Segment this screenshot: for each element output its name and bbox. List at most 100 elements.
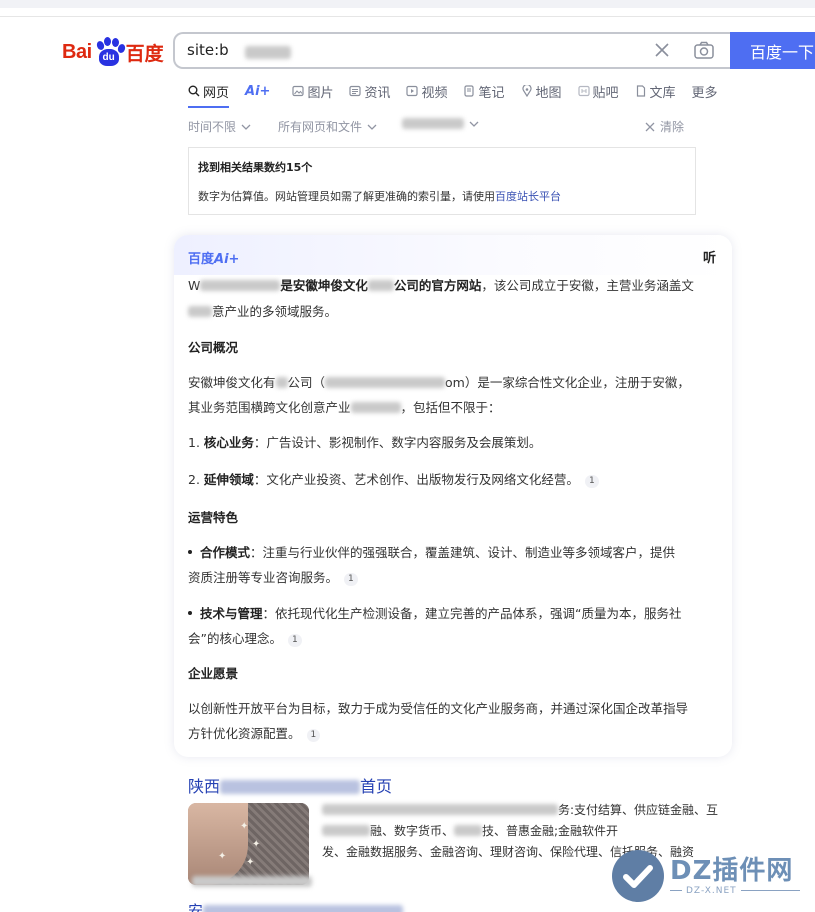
result-count-title: 找到相关结果数约15个 xyxy=(198,161,313,174)
citation-badge[interactable]: 1 xyxy=(584,475,599,488)
tab-more[interactable]: 更多 xyxy=(692,80,718,102)
result-title-link[interactable]: 陕西 首页 xyxy=(188,773,392,797)
ai-intro-a: W xyxy=(188,278,201,293)
result-title-a: 陕西 xyxy=(188,777,221,796)
time-filter[interactable]: 时间不限 xyxy=(188,118,251,135)
redacted-site-filter xyxy=(402,118,464,129)
star-icon: ✦ xyxy=(218,851,227,862)
result-title-b: 首页 xyxy=(360,777,393,796)
ai-b2-bold: 技术与管理 xyxy=(200,606,263,621)
time-filter-label: 时间不限 xyxy=(188,120,237,134)
site-filter[interactable] xyxy=(402,118,479,129)
redacted-caption xyxy=(192,876,312,887)
ai-answer-card: 百度Ai+ 听 W 是安徽坤俊文化 公司的官方网站，该公司成立于安徽，主营业务涵盖文… xyxy=(174,235,732,757)
dz-watermark: DZ插件网 DZ-X.NET xyxy=(612,848,815,904)
tab-news-label: 资讯 xyxy=(364,85,391,101)
bullet-dot xyxy=(188,611,192,615)
tab-wenku[interactable]: 文库 xyxy=(635,80,676,102)
citation-badge[interactable]: 1 xyxy=(306,729,321,742)
tab-video-label: 视频 xyxy=(421,85,448,101)
tab-wenku-label: 文库 xyxy=(649,85,676,101)
map-icon xyxy=(521,85,532,97)
clear-filter-button[interactable]: 清除 xyxy=(644,118,684,135)
ai-intro-b: 是安徽坤俊文化 xyxy=(280,278,368,293)
tab-map-label: 地图 xyxy=(535,85,562,101)
ai-vision-line-2: 方针优化资源配置。 1 xyxy=(188,723,321,742)
webmaster-platform-link[interactable]: 百度站长平台 xyxy=(495,190,561,203)
baidu-logo[interactable]: Bai du 百度 xyxy=(62,36,164,68)
clear-icon[interactable] xyxy=(652,40,672,60)
tab-images-label: 图片 xyxy=(307,85,334,101)
ai-section-vision: 企业愿景 xyxy=(188,666,239,681)
result-desc2: 融、数字货币、 xyxy=(370,824,455,838)
ai-bullet-1-cont: 资质注册等专业咨询服务。 1 xyxy=(188,567,358,586)
redacted-text xyxy=(203,905,404,912)
ai-p1-c: om）是一家综合性文化企业，注册于安徽， xyxy=(445,375,690,390)
clear-filter-label: 清除 xyxy=(660,120,685,134)
search-box[interactable]: site:b xyxy=(173,32,733,69)
filter-row: 时间不限 所有网页和文件 清除 xyxy=(188,118,688,136)
ai-b2-text: ：依托现代化生产检测设备，建立完善的产品体系，强调“质量为本，服务社 xyxy=(262,606,682,621)
star-icon: ✦ xyxy=(252,839,261,850)
redacted-query xyxy=(245,46,291,59)
ai-overview-line-2: 其业务范围横跨文化创意产业 ，包括但不限于： xyxy=(188,397,501,416)
search-button[interactable]: 百度一下 xyxy=(730,32,815,69)
tab-notes-label: 笔记 xyxy=(478,85,505,101)
search-icon xyxy=(188,85,200,97)
logo-bai-text: Bai xyxy=(62,40,92,63)
tab-tieba[interactable]: 贴吧 xyxy=(577,80,619,102)
next-result-title[interactable]: 安 xyxy=(188,900,404,912)
ai-b1-text: ：注重与行业伙伴的强强联合，覆盖建筑、设计、制造业等多领域客户，提供 xyxy=(250,545,676,560)
logo-baidu-cn: 百度 xyxy=(125,42,164,65)
close-icon xyxy=(645,122,655,131)
camera-icon[interactable] xyxy=(693,40,715,60)
top-divider xyxy=(0,16,815,17)
watermark-sub: DZ-X.NET xyxy=(682,886,741,896)
listen-button[interactable]: 听 xyxy=(703,247,716,266)
ai-p1-b: 公司（ xyxy=(287,375,326,390)
ai-bullet-1: 合作模式：注重与行业伙伴的强强联合，覆盖建筑、设计、制造业等多领域客户，提供 xyxy=(188,542,675,561)
tab-images[interactable]: 图片 xyxy=(292,80,333,102)
ai-list-item-1: 1. 核心业务：广告设计、影视制作、数字内容服务及会展策划。 xyxy=(188,432,541,451)
ai-intro-d: ，该公司成立于安徽，主营业务涵盖文 xyxy=(481,278,694,293)
ai-intro-line-2: 意产业的多领域服务。 xyxy=(188,301,337,320)
citation-badge[interactable]: 1 xyxy=(287,634,302,647)
ai-p1-e: ，包括但不限于： xyxy=(400,400,501,415)
result-count-note-text: 数字为估算值。网站管理员如需了解更准确的索引量，请使用 xyxy=(198,190,495,203)
redacted-text xyxy=(325,377,446,388)
ai-section-overview: 公司概况 xyxy=(188,340,239,355)
bullet-dot xyxy=(188,550,192,554)
chevron-down-icon xyxy=(367,124,377,130)
tab-video[interactable]: 视频 xyxy=(406,80,447,102)
ai-p3-b: 方针优化资源配置。 xyxy=(188,726,301,741)
news-icon xyxy=(349,85,362,97)
next-result-title-a: 安 xyxy=(188,902,204,912)
search-tabs: 网页 Ai+ 图片 资讯 视频 笔记 地图 贴吧 文库 更多 xyxy=(188,80,734,108)
ai-p1-d: 其业务范围横跨文化创意产业 xyxy=(188,400,351,415)
tab-notes[interactable]: 笔记 xyxy=(463,80,505,102)
ai-bullet-2-cont: 会”的核心理念。 1 xyxy=(188,628,302,647)
redacted-text xyxy=(322,825,370,836)
redacted-text xyxy=(220,780,361,794)
tab-ai[interactable]: Ai+ xyxy=(245,80,270,102)
ai-logo-ai: Ai+ xyxy=(214,252,240,267)
redacted-text xyxy=(275,377,288,388)
ai-logo-cn: 百度 xyxy=(188,252,215,267)
redacted-text xyxy=(322,804,558,815)
ai-intro-c: 公司的官方网站 xyxy=(393,278,482,293)
result-desc-line-2: 融、数字货币、 技、普惠金融;金融软件开 xyxy=(322,821,722,842)
tab-more-label: 更多 xyxy=(691,85,718,101)
tab-news[interactable]: 资讯 xyxy=(349,80,390,102)
ai-item2-bold: 延伸领域 xyxy=(203,472,254,487)
result-count-note: 数字为估算值。网站管理员如需了解更准确的索引量，请使用百度站长平台 xyxy=(198,188,561,204)
tab-map[interactable]: 地图 xyxy=(521,80,562,102)
ai-b2-text2: 会”的核心理念。 xyxy=(188,631,282,646)
ai-b1-text2: 资质注册等专业咨询服务。 xyxy=(188,570,339,585)
tab-web[interactable]: 网页 xyxy=(188,80,230,108)
result-desc-line-1: 务:支付结算、供应链金融、互 xyxy=(322,800,722,821)
image-icon xyxy=(292,85,305,97)
ai-intro-e: 意产业的多领域服务。 xyxy=(212,304,338,319)
scope-filter[interactable]: 所有网页和文件 xyxy=(278,118,377,135)
result-thumbnail[interactable]: ✦ ✦ ✦ ✦ xyxy=(188,803,309,885)
citation-badge[interactable]: 1 xyxy=(344,573,358,586)
